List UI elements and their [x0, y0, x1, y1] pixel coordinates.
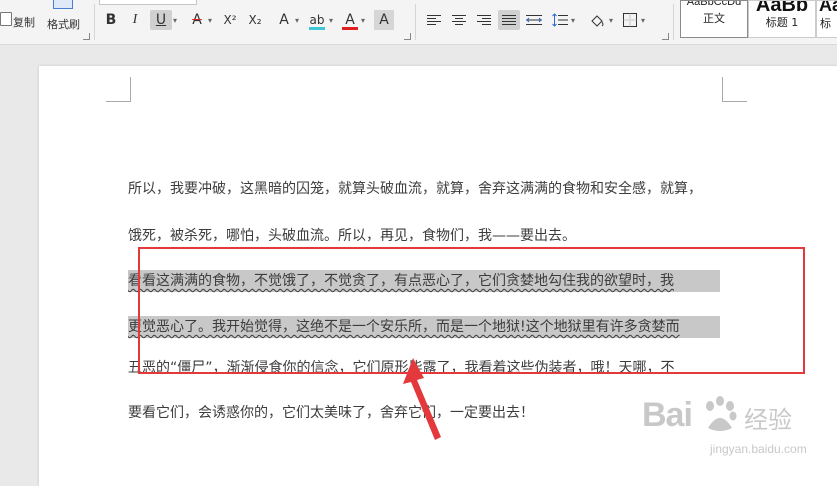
- borders-icon[interactable]: [620, 10, 640, 30]
- style-heading-1[interactable]: AaBb 标题 1: [748, 0, 816, 38]
- chevron-down-icon[interactable]: ▾: [641, 16, 645, 25]
- subscript-button[interactable]: X₂: [244, 10, 266, 30]
- watermark-brand: Bai: [642, 396, 693, 434]
- copy-icon: [0, 12, 12, 26]
- separator: [673, 4, 674, 40]
- chevron-down-icon[interactable]: ▾: [329, 16, 333, 25]
- format-painter-button[interactable]: 格式刷: [47, 16, 80, 32]
- paragraph-line[interactable]: 要看它们，会诱惑你的，它们太美味了，舍弃它们，一定要出去！: [128, 402, 534, 424]
- justify-icon[interactable]: [498, 10, 520, 30]
- style-name: 标: [820, 17, 831, 30]
- chevron-down-icon[interactable]: ▾: [571, 16, 575, 25]
- chevron-down-icon[interactable]: ▾: [173, 16, 177, 25]
- paragraph-shading-icon[interactable]: [587, 10, 607, 30]
- style-preview: AaBbCcDd: [686, 0, 742, 8]
- align-center-icon[interactable]: [449, 10, 469, 30]
- font-name-combobox[interactable]: [99, 0, 197, 5]
- watermark-brand-cn: 经验: [744, 407, 792, 434]
- style-normal[interactable]: AaBbCcDd 正文: [680, 0, 748, 38]
- chevron-down-icon[interactable]: ▾: [295, 16, 299, 25]
- ribbon-toolbar: 复制 格式刷 B I U ▾ A ▾ X² X₂ A ▾ ab ▾ A ▾ A …: [0, 0, 837, 45]
- font-group-launcher-icon[interactable]: [404, 33, 411, 40]
- underline-button[interactable]: U: [150, 10, 172, 30]
- highlight-color-bar: [309, 27, 325, 30]
- separator: [415, 4, 416, 40]
- format-painter-icon: [53, 0, 73, 9]
- distributed-align-icon[interactable]: [524, 10, 544, 30]
- paragraph-group-launcher-icon[interactable]: [662, 33, 669, 40]
- baidu-paw-icon: [706, 396, 737, 431]
- style-heading-2[interactable]: Aa 标: [816, 0, 837, 38]
- style-preview: Aa: [819, 0, 837, 15]
- page-margin-corner: [106, 77, 131, 102]
- page-margin-corner: [722, 77, 747, 102]
- align-left-icon[interactable]: [424, 10, 444, 30]
- superscript-button[interactable]: X²: [219, 10, 241, 30]
- chevron-down-icon[interactable]: ▾: [361, 16, 365, 25]
- paragraph-line[interactable]: 所以，我要冲破，这黑暗的囚笼，就算头破血流，就算，舍弃这满满的食物和安全感，就算…: [128, 178, 702, 200]
- text-effect-button[interactable]: A: [274, 10, 294, 30]
- baidu-watermark: Bai 经验 jingyan.baidu.com: [632, 382, 837, 478]
- chevron-down-icon[interactable]: ▾: [208, 16, 212, 25]
- chevron-down-icon[interactable]: ▾: [609, 16, 613, 25]
- copy-button[interactable]: 复制: [13, 14, 35, 30]
- paragraph-line[interactable]: 饿死，被杀死，哪怕，头破血流。所以，再见，食物们，我——要出去。: [128, 225, 576, 247]
- bold-button[interactable]: B: [101, 10, 121, 30]
- strikethrough-button[interactable]: A: [187, 10, 207, 30]
- italic-button[interactable]: I: [125, 10, 145, 30]
- selected-line[interactable]: 更觉恶心了。我开始觉得，这绝不是一个安乐所，而是一个地狱!这个地狱里有许多贪婪而: [128, 316, 720, 338]
- align-right-icon[interactable]: [474, 10, 494, 30]
- font-color-bar: [342, 27, 358, 30]
- clipboard-group-launcher-icon[interactable]: [83, 33, 90, 40]
- line-spacing-icon[interactable]: [550, 10, 570, 30]
- style-name: 正文: [703, 12, 725, 25]
- char-shading-button[interactable]: A: [374, 10, 394, 30]
- annotation-arrow-icon: [403, 358, 441, 440]
- separator: [94, 4, 95, 40]
- watermark-url: jingyan.baidu.com: [710, 442, 807, 456]
- selected-line[interactable]: 看看这满满的食物，不觉饿了，不觉贪了，有点恶心了，它们贪婪地勾住我的欲望时，我: [128, 270, 720, 292]
